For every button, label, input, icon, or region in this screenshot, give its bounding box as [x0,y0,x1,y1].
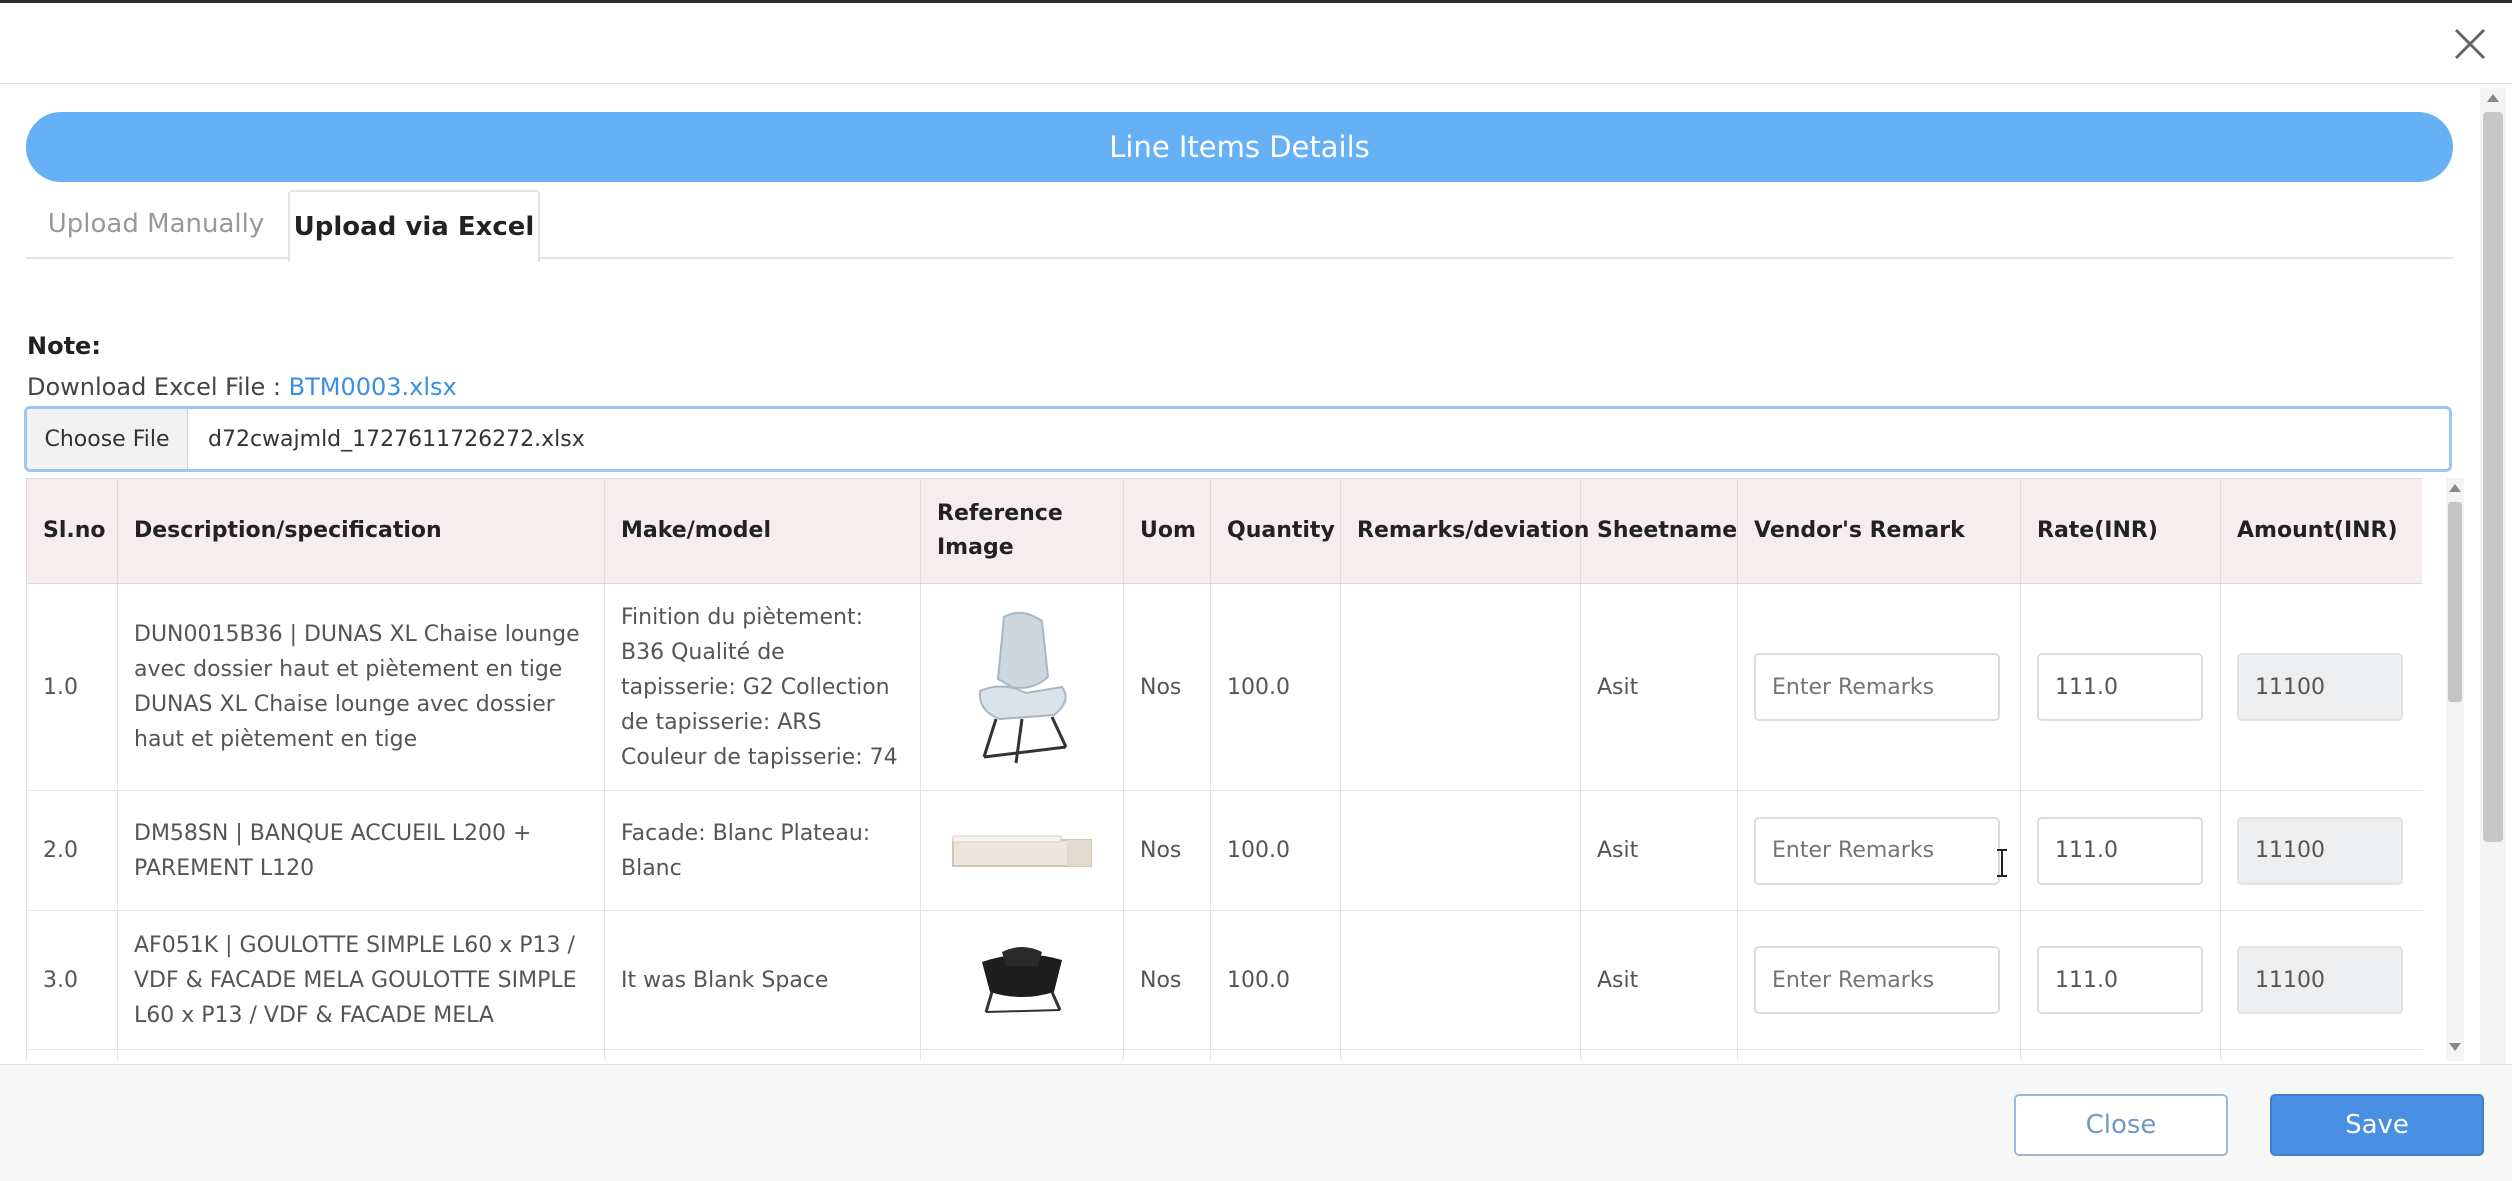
cell-slno: 3.0 [26,910,118,1050]
rate-input[interactable] [2037,653,2203,721]
vendor-remark-input[interactable] [1754,946,2000,1014]
cell-make-model: Facade: Blanc Plateau: Blanc [604,790,921,911]
cell-make-model: It was Blank Space [604,910,921,1050]
save-button[interactable]: Save [2270,1094,2484,1156]
table-scrollbar-thumb[interactable] [2448,502,2462,702]
cell-sheetname: Asit [1580,583,1738,791]
text-cursor-icon [1997,849,2007,877]
header-remarks-deviation: Remarks/deviation [1340,478,1589,584]
table-row: 1.0 DUN0015B36 | DUNAS XL Chaise lounge … [26,583,2422,791]
cell-sheetname: Asit [1580,790,1738,911]
close-button[interactable]: Close [2014,1094,2228,1156]
amount-field [2237,816,2403,885]
header-description: Description/specification [117,478,605,584]
header-quantity: Quantity [1210,478,1341,584]
header-rate: Rate(INR) [2020,478,2221,584]
cell-sheetname: Asit [1580,910,1738,1050]
table-header-row: Sl.no Description/specification Make/mod… [26,478,2422,584]
rate-input[interactable] [2037,816,2203,885]
tab-upload-via-excel[interactable]: Upload via Excel [288,190,540,263]
cell-slno: 1.0 [26,583,118,791]
cell-make-model: Finition du piètement: B36 Qualité de ta… [604,583,921,791]
header-vendor-remark: Vendor's Remark [1737,478,2021,584]
header-uom: Uom [1123,478,1211,584]
cell-description: DM58SN | BANQUE ACCUEIL L200 + PAREMENT … [117,790,605,911]
header-amount: Amount(INR) [2220,478,2422,584]
amount-field [2237,653,2403,721]
cell-reference-image [920,583,1124,791]
header-reference-image: Reference Image [920,478,1124,584]
line-items-banner: Line Items Details [26,112,2453,182]
black-chair-image [982,947,1062,1013]
note-heading: Note: [27,332,101,360]
cell-amount [2220,910,2422,1050]
amount-field [2237,946,2403,1014]
choose-file-button[interactable]: Choose File [27,409,188,469]
vendor-remark-input[interactable] [1754,816,2000,885]
table-scroll-up-icon[interactable] [2449,484,2461,492]
cell-reference-image [920,910,1124,1050]
vendor-remark-input[interactable] [1754,653,2000,721]
download-label: Download Excel File : [27,373,289,401]
download-excel-link[interactable]: BTM0003.xlsx [289,373,457,401]
file-upload-input[interactable]: Choose File d72cwajmld_1727611726272.xls… [24,406,2452,472]
cell-vendor-remark [1737,910,2021,1050]
close-icon[interactable] [2448,22,2492,66]
cell-amount [2220,583,2422,791]
rate-input[interactable] [2037,946,2203,1014]
cell-remarks-deviation [1340,583,1581,791]
table-row: 2.0 DM58SN | BANQUE ACCUEIL L200 + PAREM… [26,790,2422,911]
cell-reference-image [920,790,1124,911]
cell-rate [2020,790,2221,911]
cell-remarks-deviation [1340,790,1581,911]
cell-quantity: 100.0 [1210,910,1341,1050]
reception-desk-image [952,835,1092,867]
cell-quantity: 100.0 [1210,583,1341,791]
cell-amount [2220,790,2422,911]
modal-scroll-up-icon[interactable] [2487,94,2499,102]
line-items-table-container[interactable]: Sl.no Description/specification Make/mod… [26,478,2422,1061]
download-excel-row: Download Excel File : BTM0003.xlsx [27,373,457,401]
cell-remarks-deviation [1340,910,1581,1050]
tab-upload-manually[interactable]: Upload Manually [26,190,286,257]
cell-slno: 2.0 [26,790,118,911]
cell-rate [2020,583,2221,791]
cell-rate [2020,910,2221,1050]
table-row: 3.0 AF051K | GOULOTTE SIMPLE L60 x P13 /… [26,910,2422,1050]
modal-scrollbar-thumb[interactable] [2483,112,2503,842]
cell-description: AF051K | GOULOTTE SIMPLE L60 x P13 / VDF… [117,910,605,1050]
cell-vendor-remark [1737,790,2021,911]
header-make-model: Make/model [604,478,921,584]
table-scroll-down-icon[interactable] [2449,1043,2461,1051]
header-slno: Sl.no [26,478,118,584]
modal-header [0,3,2512,84]
cell-quantity: 100.0 [1210,790,1341,911]
cell-uom: Nos [1123,583,1211,791]
cell-uom: Nos [1123,910,1211,1050]
cell-vendor-remark [1737,583,2021,791]
selected-file-name: d72cwajmld_1727611726272.xlsx [208,426,585,452]
line-items-table: Sl.no Description/specification Make/mod… [26,478,2422,1061]
cell-description: DUN0015B36 | DUNAS XL Chaise lounge avec… [117,583,605,791]
cell-uom: Nos [1123,790,1211,911]
lounge-chair-image [978,611,1068,764]
table-row-partial [26,1049,2422,1061]
header-sheetname: Sheetname [1580,478,1738,584]
